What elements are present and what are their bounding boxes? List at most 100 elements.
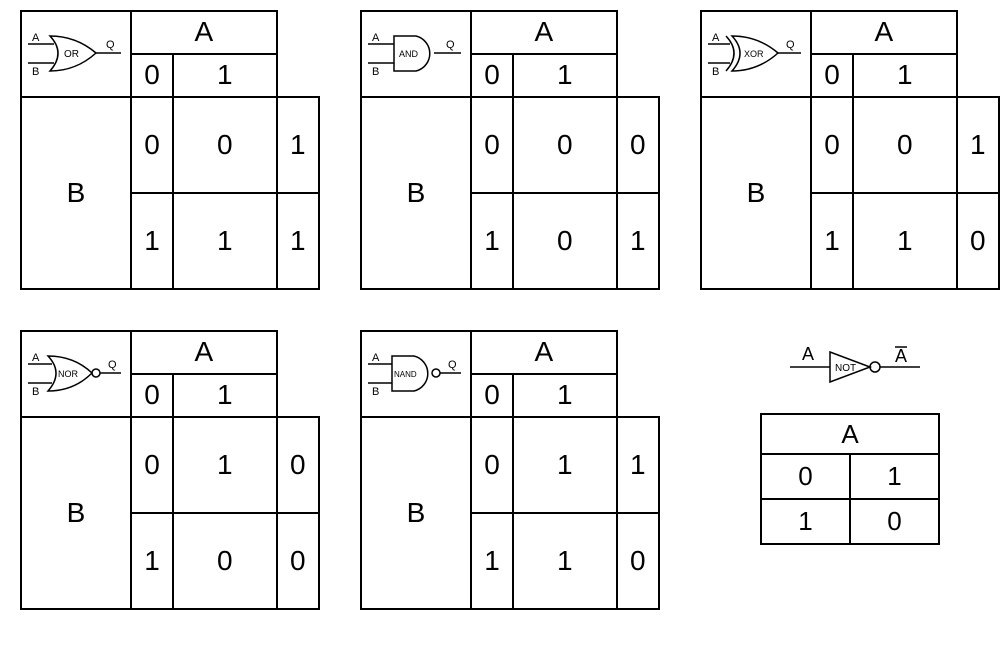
- nand-gate-symbol-cell: A B NAND Q: [361, 331, 471, 417]
- nand-row-b1: 1: [471, 513, 513, 609]
- nand-q00: 1: [513, 417, 617, 513]
- and-gate-icon: A B AND Q: [366, 26, 466, 81]
- nor-gate-block: A B NOR Q A 0 1 B 0 1: [20, 330, 320, 610]
- or-in-b: B: [32, 66, 39, 78]
- and-in-a: A: [372, 32, 380, 44]
- not-label: NOT: [835, 363, 856, 374]
- and-col-a1: 1: [513, 54, 617, 97]
- nand-out-q: Q: [448, 359, 457, 371]
- nand-header-a: A: [471, 331, 617, 374]
- and-q10: 0: [513, 193, 617, 289]
- xor-out-q: Q: [786, 39, 795, 51]
- nand-truth-table: A B NAND Q A 0 1 B 0 1: [360, 330, 660, 610]
- not-out-abar: A: [895, 346, 907, 366]
- nor-out-q: Q: [108, 359, 117, 371]
- not-q1: 0: [850, 499, 939, 544]
- or-in-a: A: [32, 32, 40, 44]
- and-row-b0: 0: [471, 97, 513, 193]
- and-row-b1: 1: [471, 193, 513, 289]
- nor-row-b0: 0: [131, 417, 173, 513]
- nor-in-a: A: [32, 352, 40, 364]
- xor-gate-symbol-cell: A B XOR Q: [701, 11, 811, 97]
- or-col-a1: 1: [173, 54, 277, 97]
- nand-in-b: B: [372, 386, 379, 398]
- nor-q00: 1: [173, 417, 277, 513]
- nand-label: NAND: [394, 370, 417, 379]
- or-q10: 1: [173, 193, 277, 289]
- or-q01: 1: [277, 97, 319, 193]
- or-truth-table: A B OR Q A 0 1 B 0 0 1: [20, 10, 320, 290]
- nor-label: NOR: [58, 369, 79, 379]
- nor-gate-symbol-cell: A B NOR Q: [21, 331, 131, 417]
- xor-header-b: B: [701, 97, 811, 289]
- nor-row-b1: 1: [131, 513, 173, 609]
- xor-header-a: A: [811, 11, 957, 54]
- xor-q10: 1: [853, 193, 957, 289]
- nor-in-b: B: [32, 386, 39, 398]
- or-label: OR: [64, 49, 79, 60]
- and-out-q: Q: [446, 39, 455, 51]
- not-q0: 1: [761, 499, 850, 544]
- xor-row-b0: 0: [811, 97, 853, 193]
- or-out-q: Q: [106, 39, 115, 51]
- and-col-a0: 0: [471, 54, 513, 97]
- nor-header-b: B: [21, 417, 131, 609]
- nor-header-a: A: [131, 331, 277, 374]
- not-in-a: A: [802, 344, 814, 364]
- nand-q10: 1: [513, 513, 617, 609]
- xor-gate-block: A B XOR Q A 0 1 B 0 0: [700, 10, 1000, 290]
- nand-q01: 1: [617, 417, 659, 513]
- and-label: AND: [399, 49, 419, 59]
- and-gate-block: A B AND Q A 0 1 B 0 0 0: [360, 10, 660, 290]
- and-header-b: B: [361, 97, 471, 289]
- not-gate-icon: A NOT A: [760, 340, 940, 395]
- xor-q01: 1: [957, 97, 999, 193]
- or-gate-icon: A B OR Q: [26, 26, 126, 81]
- or-q11: 1: [277, 193, 319, 289]
- or-col-a0: 0: [131, 54, 173, 97]
- or-gate-symbol-cell: A B OR Q: [21, 11, 131, 97]
- or-row-b0: 0: [131, 97, 173, 193]
- xor-q11: 0: [957, 193, 999, 289]
- and-q11: 1: [617, 193, 659, 289]
- or-header-b: B: [21, 97, 131, 289]
- nand-q11: 0: [617, 513, 659, 609]
- nor-gate-icon: A B NOR Q: [26, 346, 126, 401]
- not-truth-table: A 0 1 1 0: [760, 413, 940, 545]
- and-gate-symbol-cell: A B AND Q: [361, 11, 471, 97]
- nand-header-b: B: [361, 417, 471, 609]
- and-header-a: A: [471, 11, 617, 54]
- xor-truth-table: A B XOR Q A 0 1 B 0 0: [700, 10, 1000, 290]
- and-in-b: B: [372, 66, 379, 78]
- or-gate-block: A B OR Q A 0 1 B 0 0 1: [20, 10, 320, 290]
- nand-gate-icon: A B NAND Q: [366, 346, 466, 401]
- or-q00: 0: [173, 97, 277, 193]
- xor-in-b: B: [712, 66, 719, 78]
- or-row-b1: 1: [131, 193, 173, 289]
- not-col-a0: 0: [761, 454, 850, 499]
- xor-row-b1: 1: [811, 193, 853, 289]
- xor-in-a: A: [712, 32, 720, 44]
- and-q01: 0: [617, 97, 659, 193]
- xor-label: XOR: [744, 49, 764, 59]
- not-header-a: A: [761, 414, 939, 454]
- xor-gate-icon: A B XOR Q: [706, 26, 806, 81]
- nand-col-a0: 0: [471, 374, 513, 417]
- and-q00: 0: [513, 97, 617, 193]
- nor-q11: 0: [277, 513, 319, 609]
- nor-q10: 0: [173, 513, 277, 609]
- not-gate-block: A NOT A A 0 1 1 0: [700, 330, 1000, 610]
- nor-q01: 0: [277, 417, 319, 513]
- nand-gate-block: A B NAND Q A 0 1 B 0 1: [360, 330, 660, 610]
- and-truth-table: A B AND Q A 0 1 B 0 0 0: [360, 10, 660, 290]
- xor-q00: 0: [853, 97, 957, 193]
- xor-col-a1: 1: [853, 54, 957, 97]
- nor-col-a1: 1: [173, 374, 277, 417]
- nor-truth-table: A B NOR Q A 0 1 B 0 1: [20, 330, 320, 610]
- or-header-a: A: [131, 11, 277, 54]
- xor-col-a0: 0: [811, 54, 853, 97]
- nand-in-a: A: [372, 352, 380, 364]
- nor-col-a0: 0: [131, 374, 173, 417]
- nand-row-b0: 0: [471, 417, 513, 513]
- nand-col-a1: 1: [513, 374, 617, 417]
